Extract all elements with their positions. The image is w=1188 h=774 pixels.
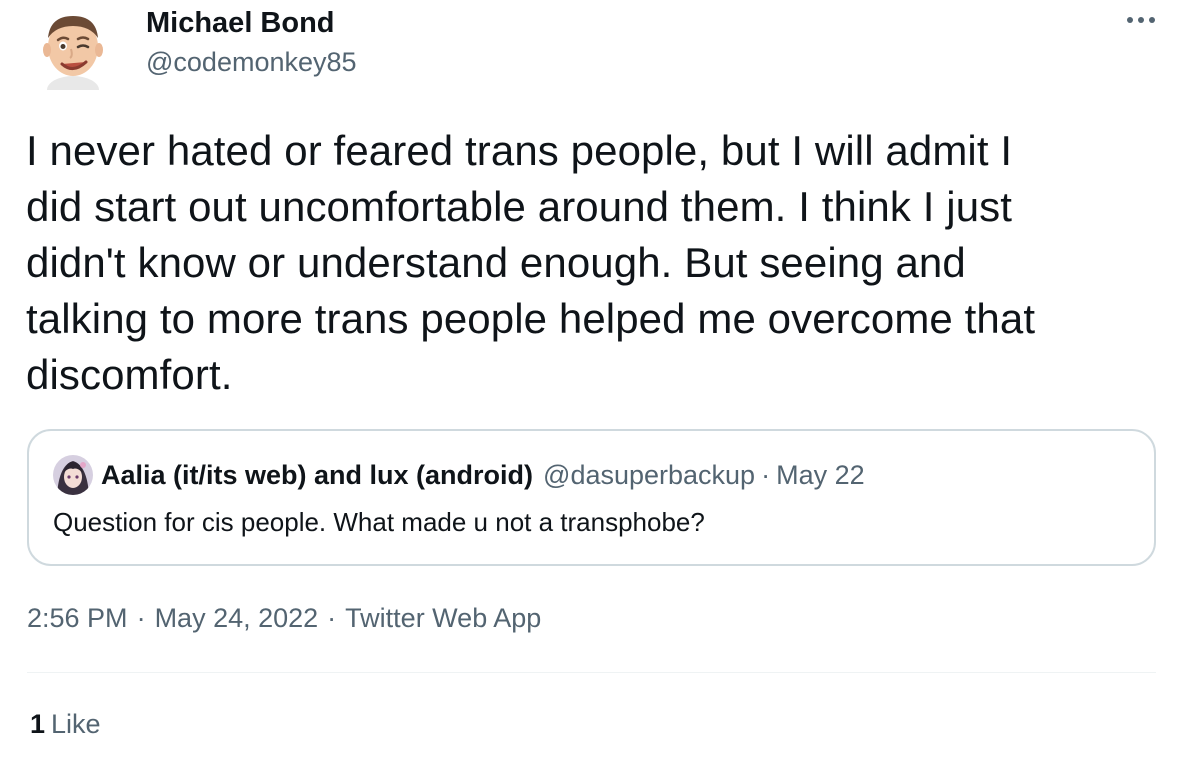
- meta-separator: ·: [136, 603, 146, 633]
- more-options-button[interactable]: [1124, 8, 1158, 32]
- quoted-tweet-text: Question for cis people. What made u not…: [53, 507, 705, 537]
- author-name[interactable]: Michael Bond: [146, 6, 357, 40]
- more-options-icon: [1127, 17, 1155, 23]
- likes-count: 1: [30, 709, 46, 739]
- memoji-avatar-icon: [43, 16, 103, 90]
- quoted-author-handle[interactable]: @dasuperbackup: [543, 460, 755, 491]
- author-handle[interactable]: @codemonkey85: [146, 45, 357, 79]
- quoted-author-avatar: [53, 455, 93, 495]
- quoted-author-name[interactable]: Aalia (it/its web) and lux (android): [101, 460, 533, 491]
- quoted-tweet-card[interactable]: Aalia (it/its web) and lux (android) @da…: [27, 429, 1156, 566]
- anime-avatar-icon: [53, 455, 93, 495]
- tweet-date[interactable]: May 24, 2022: [155, 603, 319, 633]
- likes-stat[interactable]: 1 Like: [30, 709, 101, 740]
- tweet-source: Twitter Web App: [345, 603, 542, 633]
- author-info: Michael Bond @codemonkey85: [146, 6, 357, 79]
- quoted-separator: ·: [761, 459, 771, 490]
- tweet-container: Michael Bond @codemonkey85 I never hated…: [0, 0, 1188, 774]
- tweet-time[interactable]: 2:56 PM: [27, 603, 128, 633]
- meta-separator: ·: [327, 603, 337, 633]
- tweet-text: I never hated or feared trans people, bu…: [26, 127, 1036, 398]
- likes-label: Like: [51, 709, 101, 739]
- quoted-tweet-date[interactable]: May 22: [776, 460, 865, 491]
- tweet-metadata: 2:56 PM · May 24, 2022 · Twitter Web App: [27, 603, 541, 634]
- divider: [27, 672, 1156, 673]
- quoted-tweet-header: Aalia (it/its web) and lux (android) @da…: [53, 455, 865, 495]
- author-avatar[interactable]: [30, 4, 116, 90]
